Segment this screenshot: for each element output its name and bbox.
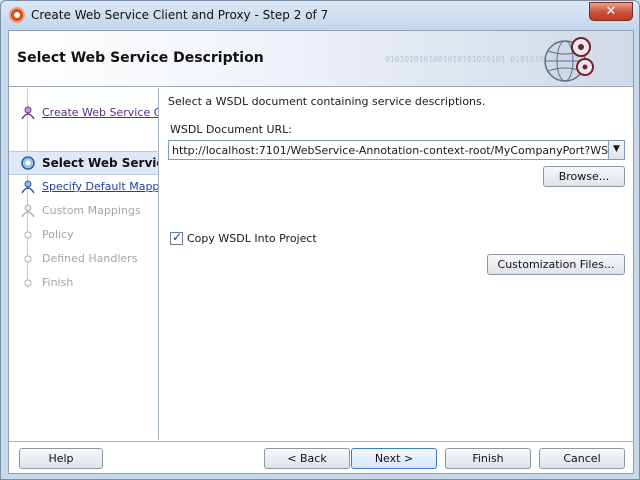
step-defined-handlers: Defined Handlers bbox=[9, 248, 158, 272]
wizard-header: Select Web Service Description 010101010… bbox=[9, 31, 633, 87]
page-title: Select Web Service Description bbox=[17, 50, 264, 66]
step-label: Finish bbox=[42, 276, 74, 289]
wsdl-url-input[interactable]: http://localhost:7101/WebService-Annotat… bbox=[172, 144, 623, 157]
step-label: Create Web Service Client bbox=[42, 106, 158, 119]
wsdl-url-label: WSDL Document URL: bbox=[170, 123, 292, 136]
binary-decoration: 0101010101001010101010101 010101010 bbox=[385, 55, 554, 64]
step-label: Custom Mappings bbox=[42, 204, 141, 217]
wsdl-url-combobox[interactable]: http://localhost:7101/WebService-Annotat… bbox=[168, 140, 625, 160]
dialog-content: Select Web Service Description 010101010… bbox=[8, 30, 634, 474]
title-bar[interactable]: Create Web Service Client and Proxy - St… bbox=[1, 1, 639, 29]
step-pending-icon bbox=[21, 180, 35, 194]
step-select-web-service-description[interactable]: Select Web Service Description bbox=[9, 151, 158, 175]
wizard-steps-panel: Create Web Service Client Select Web Ser… bbox=[9, 88, 159, 440]
web-service-globe-icon bbox=[544, 37, 594, 82]
browse-button[interactable]: Browse... bbox=[543, 166, 625, 187]
help-button[interactable]: Help bbox=[19, 448, 103, 469]
step-policy: Policy bbox=[9, 224, 158, 248]
step-label: Specify Default Mapping Options bbox=[42, 180, 159, 193]
step-custom-mappings: Custom Mappings bbox=[9, 200, 158, 224]
wizard-footer: Help < Back Next > Finish Cancel bbox=[9, 441, 633, 473]
copy-wsdl-label[interactable]: Copy WSDL Into Project bbox=[187, 232, 317, 245]
next-button[interactable]: Next > bbox=[351, 448, 437, 469]
step-disabled-icon bbox=[21, 204, 35, 218]
step-disabled-icon bbox=[24, 231, 32, 239]
cancel-button[interactable]: Cancel bbox=[539, 448, 625, 469]
step-label: Policy bbox=[42, 228, 74, 241]
step-specify-default-mapping[interactable]: Specify Default Mapping Options bbox=[9, 176, 159, 200]
jdeveloper-app-icon bbox=[9, 7, 25, 23]
chevron-down-icon[interactable]: ▼ bbox=[608, 141, 624, 159]
instruction-text: Select a WSDL document containing servic… bbox=[168, 95, 486, 108]
step-visited-icon bbox=[21, 106, 35, 120]
finish-button[interactable]: Finish bbox=[445, 448, 531, 469]
step-create-web-service-client[interactable]: Create Web Service Client bbox=[9, 102, 158, 126]
copy-wsdl-checkbox[interactable]: ✓ bbox=[170, 230, 183, 245]
step-label: Defined Handlers bbox=[42, 252, 138, 265]
window-title: Create Web Service Client and Proxy - St… bbox=[31, 8, 329, 22]
dialog-window: Create Web Service Client and Proxy - St… bbox=[0, 0, 640, 480]
close-button[interactable]: ✕ bbox=[589, 2, 633, 21]
step-finish: Finish bbox=[9, 272, 158, 296]
customization-files-button[interactable]: Customization Files... bbox=[487, 254, 625, 275]
step-label: Select Web Service Description bbox=[42, 156, 158, 170]
checkmark-icon: ✓ bbox=[172, 230, 183, 244]
step-disabled-icon bbox=[24, 255, 32, 263]
step-current-icon bbox=[21, 156, 35, 170]
back-button[interactable]: < Back bbox=[264, 448, 350, 469]
wizard-main-panel: Select a WSDL document containing servic… bbox=[160, 88, 633, 440]
step-disabled-icon bbox=[24, 279, 32, 287]
